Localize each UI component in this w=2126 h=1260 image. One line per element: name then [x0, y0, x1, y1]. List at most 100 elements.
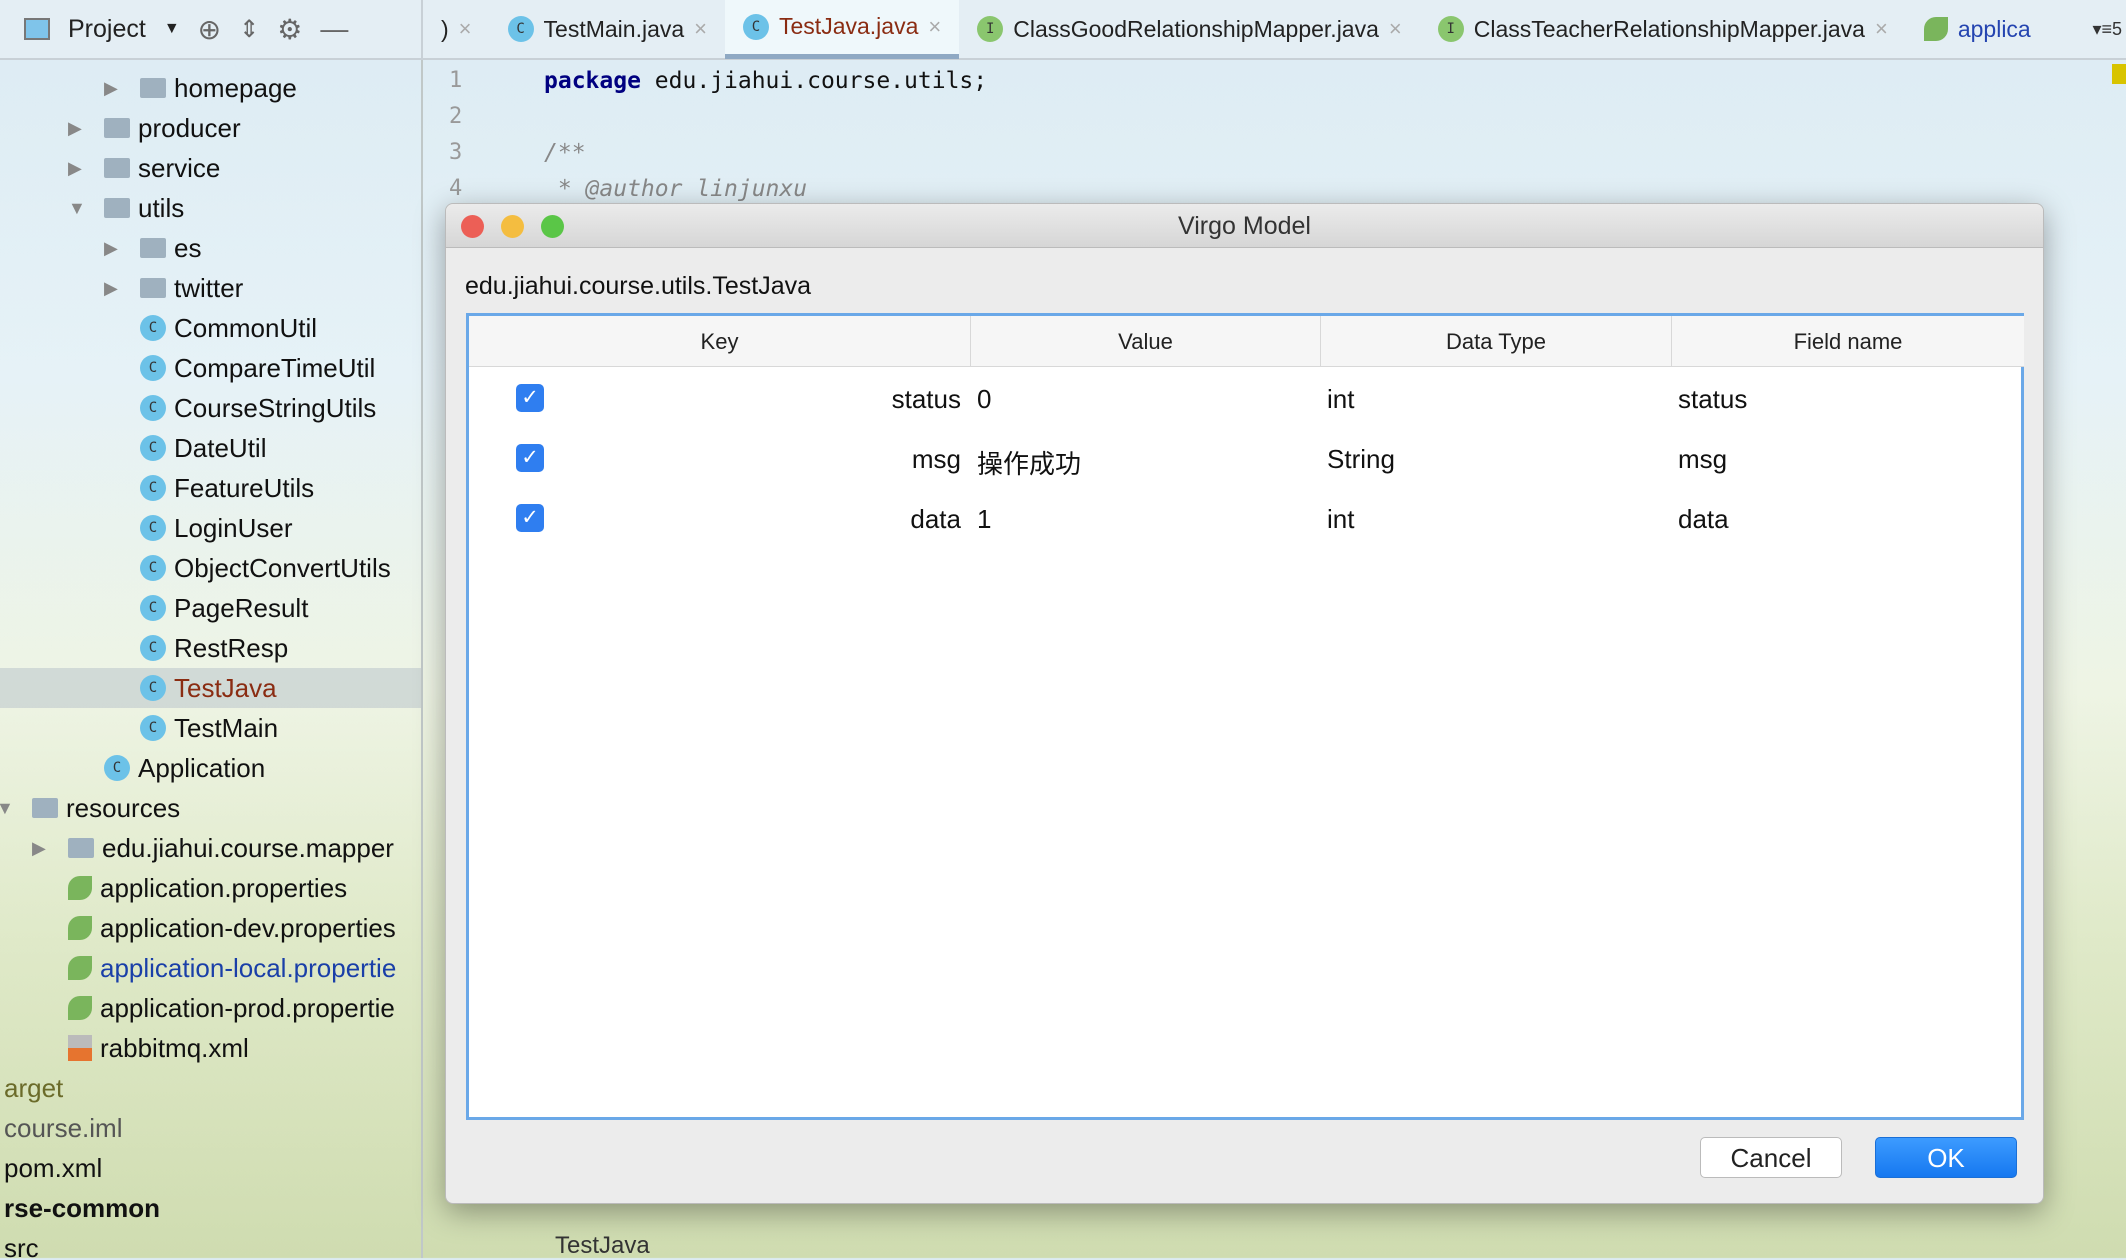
- tree-item[interactable]: src: [4, 1228, 39, 1259]
- cancel-button[interactable]: Cancel: [1700, 1137, 1842, 1178]
- gear-icon[interactable]: ⚙: [277, 13, 302, 46]
- field-name-cell[interactable]: status: [1678, 384, 1747, 415]
- field-name-cell[interactable]: msg: [1678, 444, 1727, 475]
- class-icon: C: [104, 755, 130, 781]
- project-tree[interactable]: ▶ homepage ▶ producer ▶ service ▼ utils ▶ es ▶ twit…: [0, 60, 423, 1258]
- include-checkbox[interactable]: ✓: [516, 504, 544, 532]
- close-tab-icon[interactable]: ×: [1875, 16, 1888, 42]
- class-icon: C: [140, 715, 166, 741]
- class-icon: C: [140, 515, 166, 541]
- column-header-field-name[interactable]: Field name: [1672, 316, 2024, 367]
- tree-item[interactable]: pom.xml: [4, 1148, 102, 1188]
- tree-item[interactable]: ▼ resources: [0, 788, 180, 828]
- tree-item[interactable]: application-prod.propertie: [68, 988, 395, 1028]
- tree-item[interactable]: C FeatureUtils: [140, 468, 314, 508]
- tree-item[interactable]: application.properties: [68, 868, 347, 908]
- tree-item[interactable]: C RestResp: [140, 628, 288, 668]
- project-view-dropdown[interactable]: Project: [68, 15, 146, 44]
- value-cell[interactable]: 1: [977, 504, 991, 535]
- tree-item[interactable]: C DateUtil: [140, 428, 266, 468]
- properties-file-icon: [68, 956, 92, 980]
- tree-item-label: FeatureUtils: [174, 472, 315, 503]
- include-checkbox[interactable]: ✓: [516, 384, 544, 412]
- tree-item-label: arget: [4, 1072, 64, 1103]
- column-header-key[interactable]: Key: [469, 316, 971, 367]
- tab--[interactable]: ) ×: [423, 0, 490, 59]
- data-type-cell[interactable]: int: [1327, 384, 1354, 415]
- expanded-arrow-icon[interactable]: ▼: [0, 798, 16, 819]
- tree-item-label: CommonUtil: [174, 312, 318, 343]
- tree-item[interactable]: C CompareTimeUtil: [140, 348, 375, 388]
- close-tab-icon[interactable]: ×: [694, 16, 707, 42]
- class-icon: C: [140, 315, 166, 341]
- locate-icon[interactable]: ⊕: [198, 13, 221, 46]
- tab-classgoodrelationshipmapper-java[interactable]: I ClassGoodRelationshipMapper.java ×: [959, 0, 1420, 59]
- code-line: /**: [544, 140, 586, 166]
- class-icon: C: [743, 13, 770, 40]
- close-tab-icon[interactable]: ×: [459, 16, 472, 42]
- expanded-arrow-icon[interactable]: ▼: [68, 198, 88, 219]
- hide-icon[interactable]: —: [320, 13, 348, 45]
- code-editor[interactable]: 1 package edu.jiahui.course.utils; 2 3/** 4 …: [425, 62, 2126, 212]
- tree-item[interactable]: course.iml: [4, 1108, 122, 1148]
- tree-item[interactable]: C TestJava: [0, 668, 421, 708]
- chevron-down-icon[interactable]: ▼: [164, 20, 180, 38]
- tab-applica[interactable]: applica: [1906, 0, 2049, 59]
- close-window-button[interactable]: [461, 215, 484, 238]
- include-checkbox[interactable]: ✓: [516, 444, 544, 472]
- folder-icon: [68, 838, 94, 858]
- data-type-cell[interactable]: String: [1327, 444, 1395, 475]
- tree-item[interactable]: ▶ producer: [68, 108, 241, 148]
- collapsed-arrow-icon[interactable]: ▶: [104, 238, 124, 259]
- column-header-data-type[interactable]: Data Type: [1321, 316, 1672, 367]
- tree-item[interactable]: C TestMain: [140, 708, 278, 748]
- code-text: edu.jiahui.course.utils;: [640, 68, 988, 94]
- tree-item[interactable]: rabbitmq.xml: [68, 1028, 249, 1068]
- collapsed-arrow-icon[interactable]: ▶: [68, 118, 88, 139]
- tree-item[interactable]: C Application: [104, 748, 265, 788]
- collapsed-arrow-icon[interactable]: ▶: [32, 838, 52, 859]
- tree-item[interactable]: C ObjectConvertUtils: [140, 548, 391, 588]
- tree-item[interactable]: C LoginUser: [140, 508, 293, 548]
- tab-label: ClassGoodRelationshipMapper.java: [1013, 15, 1379, 42]
- collapsed-arrow-icon[interactable]: ▶: [104, 278, 124, 299]
- tree-item[interactable]: C PageResult: [140, 588, 308, 628]
- class-icon: C: [507, 16, 534, 42]
- tree-item[interactable]: application-dev.properties: [68, 908, 396, 948]
- tab-overflow-button[interactable]: ▾≡5: [2092, 19, 2126, 40]
- value-cell[interactable]: 0: [977, 384, 991, 415]
- table-row[interactable]: ✓ msg 操作成功 String msg: [469, 432, 2021, 488]
- tree-item[interactable]: C CommonUtil: [140, 308, 317, 348]
- folder-icon: [140, 278, 166, 298]
- class-icon: C: [140, 595, 166, 621]
- value-cell[interactable]: 操作成功: [977, 444, 1081, 481]
- tree-item[interactable]: C CourseStringUtils: [140, 388, 376, 428]
- tree-item-label: rse-common: [4, 1192, 161, 1223]
- collapsed-arrow-icon[interactable]: ▶: [104, 78, 124, 99]
- keyword: package: [544, 68, 641, 94]
- field-name-cell[interactable]: data: [1678, 504, 1729, 535]
- collapse-all-icon[interactable]: ⇕: [239, 15, 259, 44]
- close-tab-icon[interactable]: ×: [1389, 16, 1402, 42]
- tab-testmain-java[interactable]: C TestMain.java ×: [490, 0, 725, 59]
- tree-item[interactable]: arget: [4, 1068, 63, 1108]
- ok-button[interactable]: OK: [1875, 1137, 2017, 1178]
- tab-testjava-java[interactable]: C TestJava.java ×: [725, 0, 960, 59]
- table-row[interactable]: ✓ status 0 int status: [469, 372, 2021, 428]
- tree-item[interactable]: ▶ es: [104, 228, 201, 268]
- tree-item[interactable]: ▶ homepage: [104, 68, 297, 108]
- tree-item[interactable]: ▶ service: [68, 148, 220, 188]
- tree-item[interactable]: rse-common: [4, 1188, 160, 1228]
- data-type-cell[interactable]: int: [1327, 504, 1354, 535]
- zoom-window-button[interactable]: [541, 215, 564, 238]
- tree-item[interactable]: application-local.propertie: [68, 948, 396, 988]
- tree-item[interactable]: ▶ edu.jiahui.course.mapper: [32, 828, 394, 868]
- tab-classteacherrelationshipmapper-java[interactable]: I ClassTeacherRelationshipMapper.java ×: [1420, 0, 1906, 59]
- tree-item[interactable]: ▶ twitter: [104, 268, 243, 308]
- collapsed-arrow-icon[interactable]: ▶: [68, 158, 88, 179]
- tree-item[interactable]: ▼ utils: [68, 188, 184, 228]
- table-row[interactable]: ✓ data 1 int data: [469, 492, 2021, 548]
- minimize-window-button[interactable]: [501, 215, 524, 238]
- column-header-value[interactable]: Value: [971, 316, 1321, 367]
- close-tab-icon[interactable]: ×: [928, 14, 941, 40]
